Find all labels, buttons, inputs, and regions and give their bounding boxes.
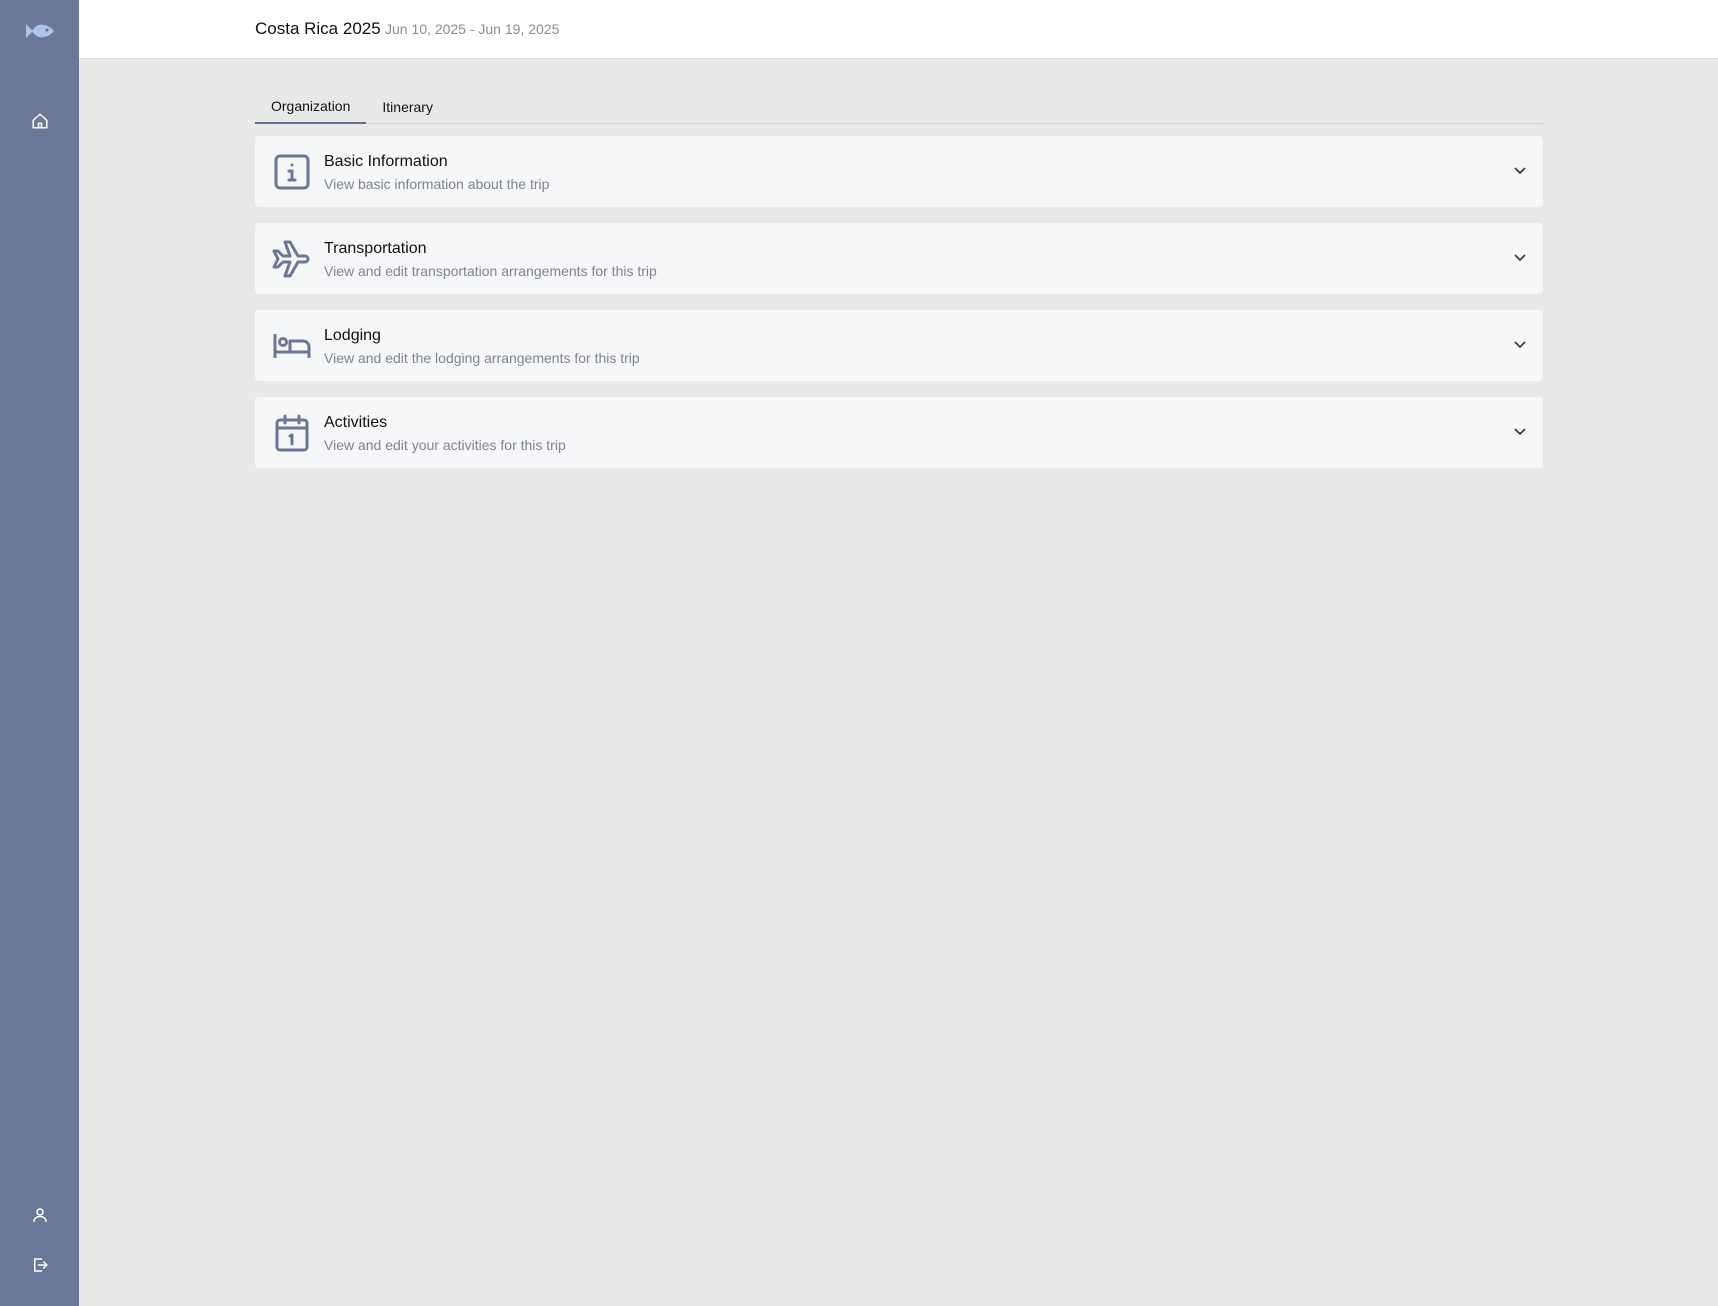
section-activities[interactable]: Activities View and edit your activities… bbox=[255, 397, 1543, 468]
main-content: Organization Itinerary Basic Information… bbox=[255, 90, 1543, 468]
fish-logo-icon[interactable] bbox=[0, 11, 79, 51]
section-title: Transportation bbox=[324, 240, 427, 257]
logout-icon[interactable] bbox=[0, 1245, 79, 1285]
section-subtitle: View and edit your activities for this t… bbox=[324, 437, 566, 453]
chevron-down-icon[interactable] bbox=[1511, 336, 1529, 354]
section-title: Lodging bbox=[324, 327, 381, 344]
chevron-down-icon[interactable] bbox=[1511, 162, 1529, 180]
section-transportation[interactable]: Transportation View and edit transportat… bbox=[255, 223, 1543, 294]
section-title: Basic Information bbox=[324, 153, 448, 170]
calendar-icon bbox=[272, 413, 312, 453]
tab-bar: Organization Itinerary bbox=[255, 90, 1543, 124]
section-subtitle: View and edit the lodging arrangements f… bbox=[324, 350, 640, 366]
section-subtitle: View and edit transportation arrangement… bbox=[324, 263, 657, 279]
header: Costa Rica 2025 Jun 10, 2025 - Jun 19, 2… bbox=[79, 0, 1718, 59]
section-title: Activities bbox=[324, 414, 388, 431]
tab-organization[interactable]: Organization bbox=[255, 90, 367, 124]
bed-icon bbox=[272, 326, 312, 366]
chevron-down-icon[interactable] bbox=[1511, 423, 1529, 441]
tab-itinerary[interactable]: Itinerary bbox=[366, 90, 449, 124]
plane-icon bbox=[272, 239, 312, 279]
sidebar bbox=[0, 0, 79, 1306]
trip-title: Costa Rica 2025 bbox=[255, 19, 381, 38]
section-basic-information[interactable]: Basic Information View basic information… bbox=[255, 136, 1543, 207]
section-subtitle: View basic information about the trip bbox=[324, 176, 550, 192]
user-icon[interactable] bbox=[0, 1195, 79, 1235]
info-icon bbox=[272, 152, 312, 192]
section-lodging[interactable]: Lodging View and edit the lodging arrang… bbox=[255, 310, 1543, 381]
trip-dates: Jun 10, 2025 - Jun 19, 2025 bbox=[385, 21, 560, 37]
chevron-down-icon[interactable] bbox=[1511, 249, 1529, 267]
home-icon[interactable] bbox=[0, 101, 79, 141]
